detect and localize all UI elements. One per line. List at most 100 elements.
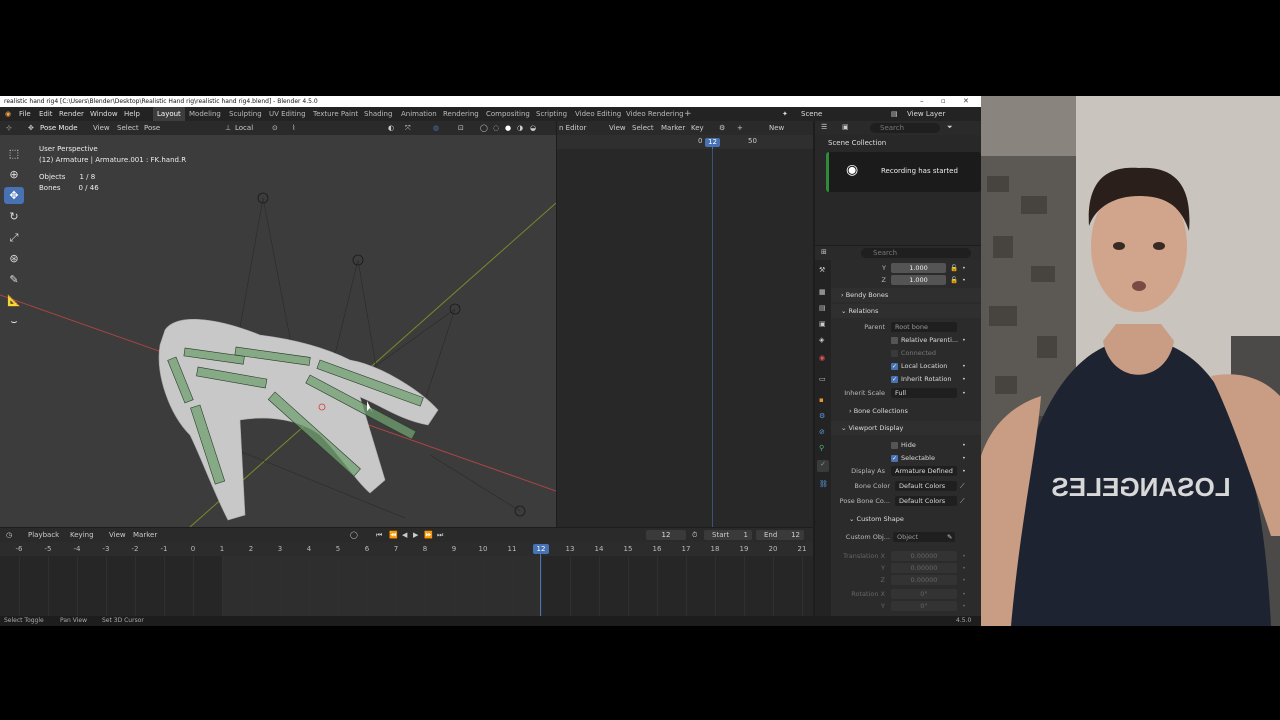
scale-icon[interactable]: ⤢: [4, 229, 24, 246]
tab-shading[interactable]: Shading: [364, 107, 392, 121]
view-layer-tab-icon[interactable]: ▣: [819, 320, 826, 328]
scene-name[interactable]: Scene: [801, 107, 822, 121]
tab-sculpting[interactable]: Sculpting: [229, 107, 262, 121]
tab-texture-paint[interactable]: Texture Paint: [313, 107, 358, 121]
outliner-search[interactable]: Search: [870, 123, 940, 133]
add-workspace-icon[interactable]: +: [684, 107, 692, 121]
dopesheet-area[interactable]: 0 12 50: [557, 135, 813, 527]
orientation-icon[interactable]: ⊥: [225, 121, 231, 135]
translation-z-field[interactable]: 0.00000: [891, 575, 957, 585]
blender-logo-icon[interactable]: ◉: [5, 107, 11, 121]
keyframe-dot[interactable]: •: [962, 373, 966, 386]
eyedropper-icon[interactable]: ✎: [947, 531, 952, 544]
eyedropper-icon[interactable]: ⟋: [960, 480, 965, 493]
bone-color-select[interactable]: Default Colors: [895, 481, 957, 491]
dopesheet-menu-view[interactable]: View: [609, 121, 626, 135]
snap-icon[interactable]: ⌇: [292, 121, 295, 135]
tab-rendering[interactable]: Rendering: [443, 107, 479, 121]
dopesheet-new-button[interactable]: New: [769, 121, 784, 135]
gizmo-icon[interactable]: ⤧: [405, 121, 411, 135]
scale-y-field[interactable]: 1.000: [891, 263, 946, 273]
viewport-menu-select[interactable]: Select: [117, 121, 139, 135]
viewport-menu-pose[interactable]: Pose: [144, 121, 160, 135]
overlay-icon[interactable]: ◍: [433, 121, 439, 135]
inherit-scale-select[interactable]: Full: [891, 388, 957, 398]
eyedropper-icon[interactable]: ⟋: [960, 495, 965, 508]
properties-search[interactable]: Search: [861, 248, 971, 258]
keyframe-dot[interactable]: •: [962, 334, 966, 347]
relations-section[interactable]: ⌄ Relations: [831, 304, 981, 318]
output-tab-icon[interactable]: ▤: [819, 304, 826, 312]
tab-layout[interactable]: Layout: [153, 107, 185, 121]
dopesheet-menu-select[interactable]: Select: [632, 121, 654, 135]
menu-file[interactable]: File: [19, 107, 31, 121]
tool-tab-icon[interactable]: ⚒: [819, 266, 825, 274]
keyframe-dot[interactable]: •: [962, 274, 966, 287]
solid-shading-icon[interactable]: ◌: [493, 121, 499, 135]
maximize-icon[interactable]: ▫: [941, 96, 946, 107]
wireframe-shading-icon[interactable]: ◯: [480, 121, 488, 135]
viewport-display-section[interactable]: ⌄ Viewport Display: [831, 421, 981, 435]
start-frame-field[interactable]: Start 1: [704, 530, 752, 540]
dopesheet-ruler[interactable]: [557, 135, 813, 149]
play-reverse-icon[interactable]: ◀: [402, 528, 407, 542]
material-shading-icon[interactable]: ●: [505, 121, 511, 135]
render-tab-icon[interactable]: ▦: [819, 288, 826, 296]
bone-tab-icon[interactable]: ✓: [817, 460, 829, 472]
keyframe-dot[interactable]: •: [962, 439, 966, 452]
scene-tab-icon[interactable]: ◈: [819, 336, 824, 344]
outliner[interactable]: Scene Collection ◉ Recording has started: [815, 135, 981, 245]
rotation-y-field[interactable]: 0°: [891, 601, 957, 611]
menu-window[interactable]: Window: [90, 107, 118, 121]
jump-start-icon[interactable]: ⏮: [376, 528, 382, 542]
rotate-icon[interactable]: ↻: [4, 208, 24, 225]
play-icon[interactable]: ▶: [413, 528, 418, 542]
custom-shape-subsection[interactable]: ⌄ Custom Shape: [831, 513, 981, 526]
timeline-menu-playback[interactable]: Playback: [28, 528, 59, 542]
relative-parenting-checkbox[interactable]: [891, 337, 898, 344]
parent-field[interactable]: Root bone: [891, 322, 957, 332]
outliner-filter-icon[interactable]: ⏷: [947, 123, 953, 132]
display-as-select[interactable]: Armature Defined: [891, 466, 957, 476]
data-tab-icon[interactable]: ⚲: [819, 444, 824, 452]
menu-help[interactable]: Help: [124, 107, 140, 121]
tab-video-editing[interactable]: Video Editing: [575, 107, 621, 121]
local-location-checkbox[interactable]: ✓: [891, 363, 898, 370]
connected-checkbox[interactable]: [891, 350, 898, 357]
pose-bone-color-select[interactable]: Default Colors: [895, 496, 957, 506]
timeline-menu-keying[interactable]: Keying: [70, 528, 94, 542]
jump-keyframe-back-icon[interactable]: ⏪: [389, 528, 398, 542]
viewport-menu-view[interactable]: View: [93, 121, 110, 135]
bendy-bones-section[interactable]: › Bendy Bones: [831, 288, 981, 302]
dopesheet-current-frame[interactable]: 12: [705, 138, 720, 147]
object-tab-icon[interactable]: ▪: [819, 396, 824, 404]
menu-edit[interactable]: Edit: [39, 107, 53, 121]
dopesheet-menu-marker[interactable]: Marker: [661, 121, 685, 135]
filter-icon[interactable]: ⚙: [719, 121, 725, 135]
timeline-playhead[interactable]: [540, 554, 541, 616]
editor-type-icon[interactable]: ⊹: [6, 121, 12, 135]
orientation-selector[interactable]: Local: [235, 121, 253, 135]
keyframe-dot[interactable]: •: [962, 387, 966, 400]
tab-animation[interactable]: Animation: [401, 107, 437, 121]
selectable-checkbox[interactable]: ✓: [891, 455, 898, 462]
tab-scripting[interactable]: Scripting: [536, 107, 567, 121]
keyframe-dot[interactable]: •: [962, 465, 966, 478]
outliner-editor-icon[interactable]: ☰: [821, 123, 827, 131]
view-layer-name[interactable]: View Layer: [907, 107, 945, 121]
dopesheet-menu-key[interactable]: Key: [691, 121, 704, 135]
scene-icon[interactable]: ✦: [782, 107, 788, 121]
constraint-tab-icon[interactable]: ⊘: [819, 428, 825, 436]
tab-modeling[interactable]: Modeling: [189, 107, 221, 121]
close-icon[interactable]: ✕: [963, 96, 969, 107]
jump-end-icon[interactable]: ⏭: [437, 528, 443, 542]
hide-checkbox[interactable]: [891, 442, 898, 449]
tab-compositing[interactable]: Compositing: [486, 107, 530, 121]
auto-key-icon[interactable]: ◯: [350, 528, 358, 542]
lock-icon[interactable]: 🔓: [950, 274, 958, 287]
move-icon[interactable]: ✥: [4, 187, 24, 204]
display-mode-icon[interactable]: ▣: [842, 123, 849, 131]
cursor-icon[interactable]: ⊕: [4, 166, 24, 183]
3d-viewport[interactable]: ⬚ ⊕ ✥ ↻ ⤢ ⊛ ✎ 📐 ⌣ User Perspective (12) …: [0, 135, 556, 527]
world-tab-icon[interactable]: ◉: [819, 354, 825, 362]
